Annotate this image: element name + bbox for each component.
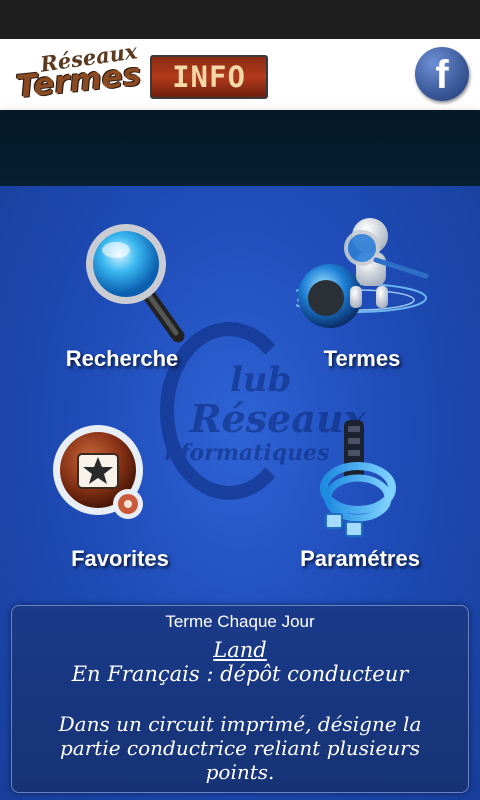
- app-logo[interactable]: Réseaux Termes INFO: [14, 38, 274, 106]
- termes-label: Termes: [323, 346, 401, 371]
- daily-term-word[interactable]: Land: [12, 638, 468, 662]
- daily-term-definition: Dans un circuit imprimé, désigne la part…: [58, 712, 422, 784]
- menu-recherche[interactable]: Recherche: [42, 216, 202, 376]
- recherche-label: Recherche: [65, 346, 179, 371]
- facebook-icon: f: [435, 53, 449, 97]
- daily-term-title: Terme Chaque Jour: [165, 612, 315, 631]
- parametres-label: Paramétres: [300, 546, 420, 571]
- magnifier-icon: [78, 220, 188, 349]
- favorites-label: Favorites: [71, 546, 169, 571]
- daily-term-french: En Français : dépôt conducteur: [71, 662, 409, 686]
- logo-info-text: INFO: [150, 55, 268, 99]
- logo-termes-text: Termes: [14, 56, 143, 106]
- app-header: Réseaux Termes INFO f: [0, 38, 480, 110]
- banner-area: [0, 110, 480, 186]
- status-bar: [0, 0, 480, 39]
- robot-globe-icon: [285, 212, 436, 346]
- menu-parametres[interactable]: Paramétres: [280, 418, 440, 578]
- main-content: lub Réseaux nformatiques Recherche Terme…: [0, 186, 480, 800]
- star-folder-icon: [52, 424, 152, 528]
- facebook-button[interactable]: f: [415, 47, 469, 101]
- network-cable-icon: [320, 418, 406, 550]
- menu-termes[interactable]: Termes: [282, 216, 442, 376]
- daily-term-card[interactable]: Terme Chaque Jour Land En Français : dép…: [11, 605, 469, 793]
- menu-favorites[interactable]: Favorites: [40, 418, 200, 578]
